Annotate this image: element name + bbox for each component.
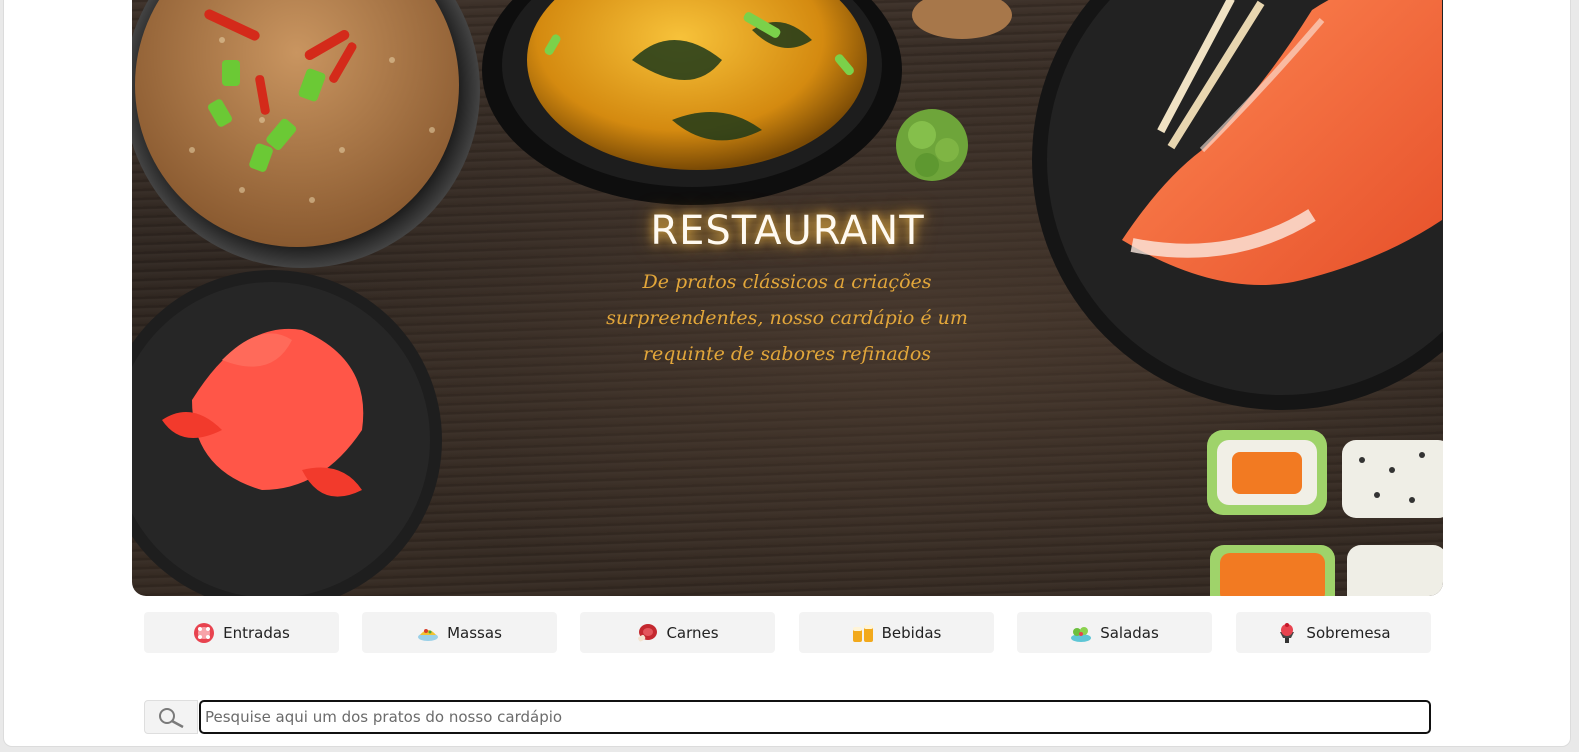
salad-icon — [1071, 626, 1092, 642]
pickled-ginger-plate — [132, 270, 442, 596]
search-bar — [144, 700, 1431, 734]
search-icon — [159, 708, 184, 728]
page: RESTAURANT De pratos clássicos a criaçõe… — [4, 0, 1570, 746]
hero-banner: RESTAURANT De pratos clássicos a criaçõe… — [132, 0, 1443, 596]
ginger-root — [912, 0, 1012, 39]
dessert-icon — [1280, 622, 1295, 643]
category-label: Bebidas — [881, 623, 942, 642]
category-button-bebidas[interactable]: Bebidas — [799, 612, 994, 653]
category-label: Saladas — [1100, 623, 1159, 642]
hero-subtitle: De pratos clássicos a criações surpreend… — [606, 271, 968, 365]
sushi-rolls — [1207, 430, 1443, 596]
category-label: Sobremesa — [1306, 623, 1391, 642]
category-label: Entradas — [223, 623, 290, 642]
category-button-entradas[interactable]: Entradas — [144, 612, 339, 653]
search-input[interactable] — [199, 700, 1431, 734]
appetizer-icon — [194, 622, 215, 643]
hero-title: RESTAURANT — [650, 208, 925, 254]
meat-icon — [638, 623, 658, 641]
soup-bowl — [482, 0, 902, 205]
category-bar: Entradas Massas Carnes Bebidas Saladas S… — [144, 612, 1432, 653]
category-button-saladas[interactable]: Saladas — [1017, 612, 1212, 653]
category-button-carnes[interactable]: Carnes — [580, 612, 775, 653]
category-label: Carnes — [666, 623, 719, 642]
category-button-massas[interactable]: Massas — [362, 612, 557, 653]
pasta-icon — [418, 628, 439, 641]
wasabi — [896, 109, 968, 181]
salmon-plate — [1032, 0, 1443, 410]
search-icon-button[interactable] — [144, 700, 198, 734]
category-button-sobremesa[interactable]: Sobremesa — [1236, 612, 1431, 653]
drinks-icon — [852, 624, 873, 642]
category-label: Massas — [447, 623, 502, 642]
